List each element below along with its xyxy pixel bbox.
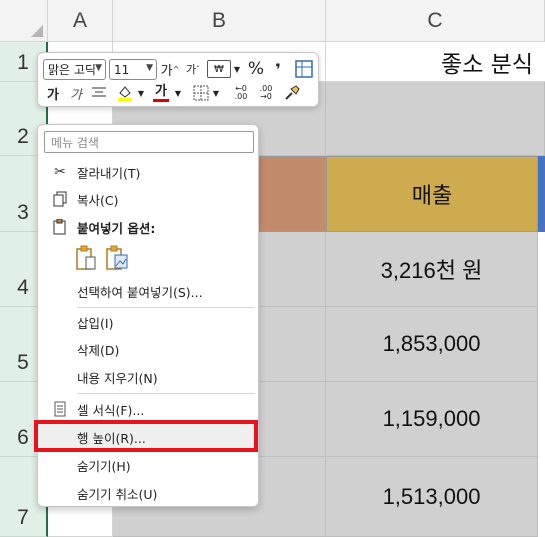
font-name-select[interactable]: 맑은 고딕 ▼ bbox=[43, 59, 106, 80]
menu-item-paste-special-label: 선택하여 붙여넣기(S)... bbox=[77, 284, 203, 300]
paste-picture-icon[interactable] bbox=[105, 245, 129, 273]
cell-d3[interactable] bbox=[538, 156, 545, 232]
menu-item-paste-special[interactable]: 선택하여 붙여넣기(S)... bbox=[38, 278, 258, 304]
cell-c6[interactable]: 1,159,000 bbox=[326, 382, 538, 457]
italic-button[interactable]: 가 bbox=[68, 84, 84, 103]
format-cells-icon bbox=[51, 400, 69, 418]
menu-item-insert-label: 삽입(I) bbox=[77, 315, 114, 331]
cell-c3-header[interactable]: 매출 bbox=[326, 156, 538, 232]
cell-c4[interactable]: 3,216천 원 bbox=[326, 232, 538, 307]
select-all-corner[interactable] bbox=[0, 0, 48, 42]
copy-icon bbox=[51, 190, 69, 208]
highlight-box bbox=[34, 420, 258, 452]
format-painter-table-icon[interactable] bbox=[294, 59, 314, 79]
accounting-format-icon[interactable]: ₩ bbox=[207, 60, 231, 78]
menu-separator bbox=[77, 307, 255, 308]
align-center-icon[interactable] bbox=[91, 84, 107, 102]
cell-c2[interactable] bbox=[326, 82, 545, 156]
menu-separator bbox=[77, 393, 255, 394]
cell-c5[interactable]: 1,853,000 bbox=[326, 307, 538, 382]
title-text: 좋소 분식 bbox=[441, 52, 533, 78]
menu-item-format-cells[interactable]: 셀 서식(F)... bbox=[38, 396, 258, 422]
menu-item-copy[interactable]: 복사(C) bbox=[38, 186, 258, 212]
menu-item-insert[interactable]: 삽입(I) bbox=[38, 309, 258, 335]
paste-option-icon[interactable] bbox=[75, 245, 97, 273]
font-size-value: 11 bbox=[114, 62, 130, 77]
chevron-down-icon: ▼ bbox=[95, 63, 102, 73]
bold-button[interactable]: 가 bbox=[45, 84, 61, 103]
font-name-value: 맑은 고딕 bbox=[48, 63, 96, 77]
borders-icon[interactable] bbox=[192, 84, 210, 102]
increase-decimal-icon[interactable]: ←0.00 bbox=[231, 84, 251, 102]
column-header-c[interactable]: C bbox=[326, 0, 545, 42]
font-color-glyph: 가 bbox=[155, 83, 167, 99]
chevron-down-icon: ▼ bbox=[146, 63, 153, 73]
chevron-down-icon[interactable]: ▼ bbox=[136, 86, 146, 100]
grow-font-button[interactable]: 가 ^ bbox=[160, 60, 180, 79]
column-header-b[interactable]: B bbox=[113, 0, 326, 42]
menu-item-cut-label: 잘라내기(T) bbox=[77, 165, 141, 181]
shrink-font-button[interactable]: 가ˇ bbox=[184, 60, 202, 78]
shrink-font-glyph: 가 bbox=[185, 63, 197, 76]
spreadsheet-window: A B C 1 2 3 4 5 6 7 좋소 분식 매출 3,216천 원 1,… bbox=[0, 0, 545, 537]
grow-font-glyph: 가 bbox=[160, 63, 173, 79]
scissors-icon: ✂ bbox=[54, 164, 66, 180]
menu-item-delete[interactable]: 삭제(D) bbox=[38, 336, 258, 362]
menu-item-cut[interactable]: ✂ 잘라내기(T) bbox=[38, 159, 258, 185]
menu-item-clear-contents-label: 내용 지우기(N) bbox=[77, 370, 158, 386]
font-size-select[interactable]: 11 ▼ bbox=[109, 59, 157, 80]
menu-item-copy-label: 복사(C) bbox=[77, 192, 119, 208]
decrease-decimal-icon[interactable]: .00 →0 bbox=[256, 84, 276, 102]
column-header-a[interactable]: A bbox=[48, 0, 113, 42]
chevron-down-icon[interactable]: ▼ bbox=[232, 60, 242, 78]
cell-c7[interactable]: 1,513,000 bbox=[326, 457, 538, 537]
menu-item-unhide[interactable]: 숨기기 취소(U) bbox=[38, 480, 258, 506]
menu-item-paste-options: 붙여넣기 옵션: bbox=[38, 214, 258, 240]
menu-search-input[interactable]: 메뉴 검색 bbox=[44, 131, 254, 153]
menu-item-hide-label: 숨기기(H) bbox=[77, 458, 131, 474]
chevron-down-icon[interactable]: ▼ bbox=[173, 86, 183, 100]
menu-item-format-cells-label: 셀 서식(F)... bbox=[77, 402, 145, 418]
menu-item-unhide-label: 숨기기 취소(U) bbox=[77, 486, 158, 502]
chevron-down-icon[interactable]: ▼ bbox=[211, 86, 221, 100]
menu-item-paste-options-label: 붙여넣기 옵션: bbox=[77, 220, 156, 236]
comma-style-button[interactable]: ❜ bbox=[270, 59, 286, 79]
fill-color-icon[interactable] bbox=[115, 83, 135, 103]
font-color-button[interactable]: 가 bbox=[151, 83, 171, 103]
mini-toolbar: 맑은 고딕 ▼ 11 ▼ 가 ^ 가ˇ ₩ ▼ % ❜ 가 가 ▼ 가 ▼ ▼ … bbox=[37, 52, 319, 107]
font-color-swatch bbox=[153, 98, 169, 102]
menu-item-clear-contents[interactable]: 내용 지우기(N) bbox=[38, 364, 258, 390]
menu-item-delete-label: 삭제(D) bbox=[77, 342, 120, 358]
paste-icon bbox=[51, 218, 69, 236]
menu-item-hide[interactable]: 숨기기(H) bbox=[38, 452, 258, 478]
percent-style-button[interactable]: % bbox=[246, 59, 266, 79]
format-painter-icon[interactable] bbox=[282, 83, 302, 103]
